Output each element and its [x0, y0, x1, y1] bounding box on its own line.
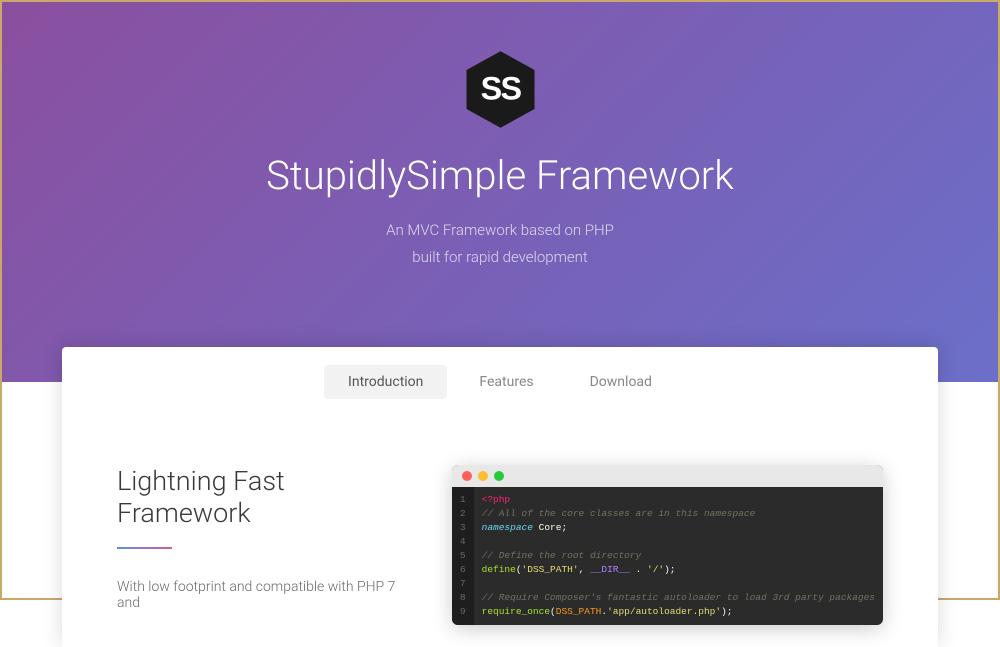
tab-introduction[interactable]: Introduction: [324, 365, 447, 399]
section-desc: With low footprint and compatible with P…: [117, 579, 412, 611]
content-card: Introduction Features Download Lightning…: [62, 347, 938, 647]
content-area: Lightning Fast Framework With low footpr…: [62, 415, 938, 625]
tabs: Introduction Features Download: [62, 347, 938, 415]
line-gutter: 1 2 3 4 5 6 7 8 9: [452, 487, 474, 625]
hero-section: SS StupidlySimple Framework An MVC Frame…: [2, 2, 998, 382]
editor-body: 1 2 3 4 5 6 7 8 9 <?php // All of the co…: [452, 487, 883, 625]
content-right: 1 2 3 4 5 6 7 8 9 <?php // All of the co…: [452, 465, 883, 625]
window-minimize-icon: [478, 471, 488, 481]
divider: [117, 547, 172, 549]
hero-subtitle: An MVC Framework based on PHP built for …: [2, 217, 998, 271]
tab-features[interactable]: Features: [455, 365, 557, 399]
window-maximize-icon: [494, 471, 504, 481]
code-editor: 1 2 3 4 5 6 7 8 9 <?php // All of the co…: [452, 465, 883, 625]
svg-text:SS: SS: [480, 71, 521, 107]
section-heading: Lightning Fast Framework: [117, 465, 412, 529]
logo-icon: SS: [458, 47, 543, 132]
hero-title: StupidlySimple Framework: [2, 152, 998, 199]
window-close-icon: [462, 471, 472, 481]
code-lines: <?php // All of the core classes are in …: [474, 487, 883, 625]
editor-titlebar: [452, 465, 883, 487]
tab-download[interactable]: Download: [566, 365, 676, 399]
content-left: Lightning Fast Framework With low footpr…: [117, 465, 412, 625]
